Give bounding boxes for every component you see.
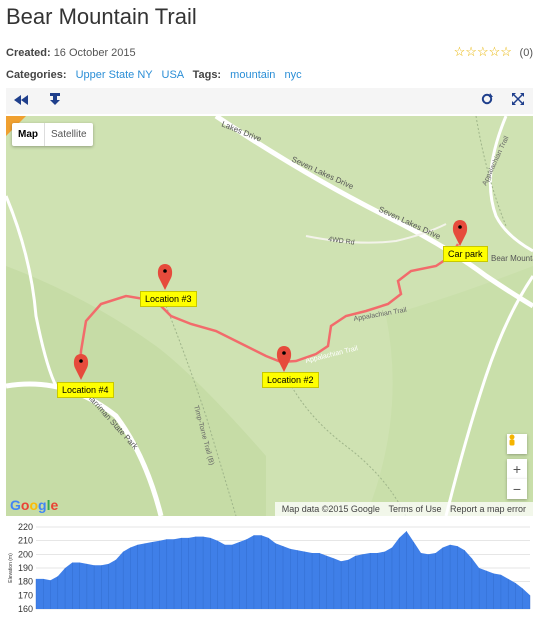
download-icon[interactable] — [46, 92, 64, 110]
refresh-icon[interactable] — [478, 92, 496, 110]
page-title: Bear Mountain Trail — [6, 4, 197, 29]
road-seven-lakes — [214, 116, 533, 309]
marker-label-location-2[interactable]: Location #2 — [262, 372, 319, 388]
road-ne — [488, 116, 533, 253]
tag-link[interactable]: nyc — [285, 69, 302, 81]
categories-label: Categories: — [6, 69, 67, 81]
y-tick-label: 210 — [18, 536, 33, 546]
road-label: Seven Lakes Drive — [290, 155, 355, 192]
y-tick-label: 160 — [18, 604, 33, 614]
category-link[interactable]: Upper State NY — [76, 69, 153, 81]
map-toolbar — [6, 88, 533, 114]
y-tick-label: 190 — [18, 563, 33, 573]
y-tick-label: 200 — [18, 549, 33, 559]
pegman-icon[interactable] — [507, 434, 527, 454]
road-label: Bear Mountain State Park — [491, 254, 533, 263]
forest-area — [6, 266, 266, 516]
map-type-satellite-button[interactable]: Satellite — [44, 123, 93, 146]
category-link[interactable]: USA — [162, 69, 184, 81]
created-label: Created: — [6, 47, 51, 59]
elevation-chart: Elevation (m) 160 170 180 190 200 210 220 — [6, 521, 533, 616]
taxonomy-line: Categories: Upper State NY USA Tags: mou… — [6, 69, 302, 81]
road-label: Lakes Drive — [220, 120, 263, 144]
y-tick-label: 170 — [18, 590, 33, 600]
marker-pin-car-park[interactable] — [452, 220, 468, 246]
map-type-map-button[interactable]: Map — [12, 123, 44, 146]
marker-pin-location-3[interactable] — [157, 264, 173, 290]
marker-label-car-park[interactable]: Car park — [443, 246, 488, 262]
created-value: 16 October 2015 — [53, 47, 136, 59]
tags-label: Tags: — [192, 69, 222, 81]
y-axis-label: Elevation (m) — [8, 553, 14, 583]
zoom-out-button[interactable]: − — [507, 479, 527, 499]
created-line: Created: 16 October 2015 — [6, 47, 136, 59]
marker-label-location-4[interactable]: Location #4 — [57, 382, 114, 398]
road-label: Seven Lakes Drive — [377, 205, 442, 242]
terms-link[interactable]: Terms of Use — [388, 504, 441, 514]
y-tick-label: 180 — [18, 577, 33, 587]
map-data-text: Map data ©2015 Google — [281, 504, 380, 514]
marker-pin-location-2[interactable] — [276, 346, 292, 372]
map-type-control: Map Satellite — [12, 123, 93, 146]
map-attribution: Map data ©2015 Google Terms of Use Repor… — [274, 502, 533, 516]
marker-label-location-3[interactable]: Location #3 — [140, 291, 197, 307]
trail-map[interactable]: Lakes Drive Seven Lakes Drive Seven Lake… — [6, 116, 533, 516]
zoom-in-button[interactable]: + — [507, 459, 527, 479]
report-error-link[interactable]: Report a map error — [450, 504, 526, 514]
map-canvas[interactable]: Lakes Drive Seven Lakes Drive Seven Lake… — [6, 116, 533, 516]
tag-link[interactable]: mountain — [230, 69, 275, 81]
elevation-chart-svg: Elevation (m) 160 170 180 190 200 210 220 — [8, 522, 531, 614]
rating-stars[interactable]: ☆☆☆☆☆ — [454, 44, 512, 59]
y-tick-label: 220 — [18, 522, 33, 532]
rating-count: (0) — [519, 47, 533, 59]
road-label: 4WD Rd — [328, 236, 355, 247]
rewind-icon[interactable] — [12, 92, 30, 110]
fullscreen-icon[interactable] — [509, 92, 527, 110]
google-logo: Google — [10, 497, 59, 513]
rating[interactable]: ☆☆☆☆☆ (0) — [454, 44, 533, 60]
